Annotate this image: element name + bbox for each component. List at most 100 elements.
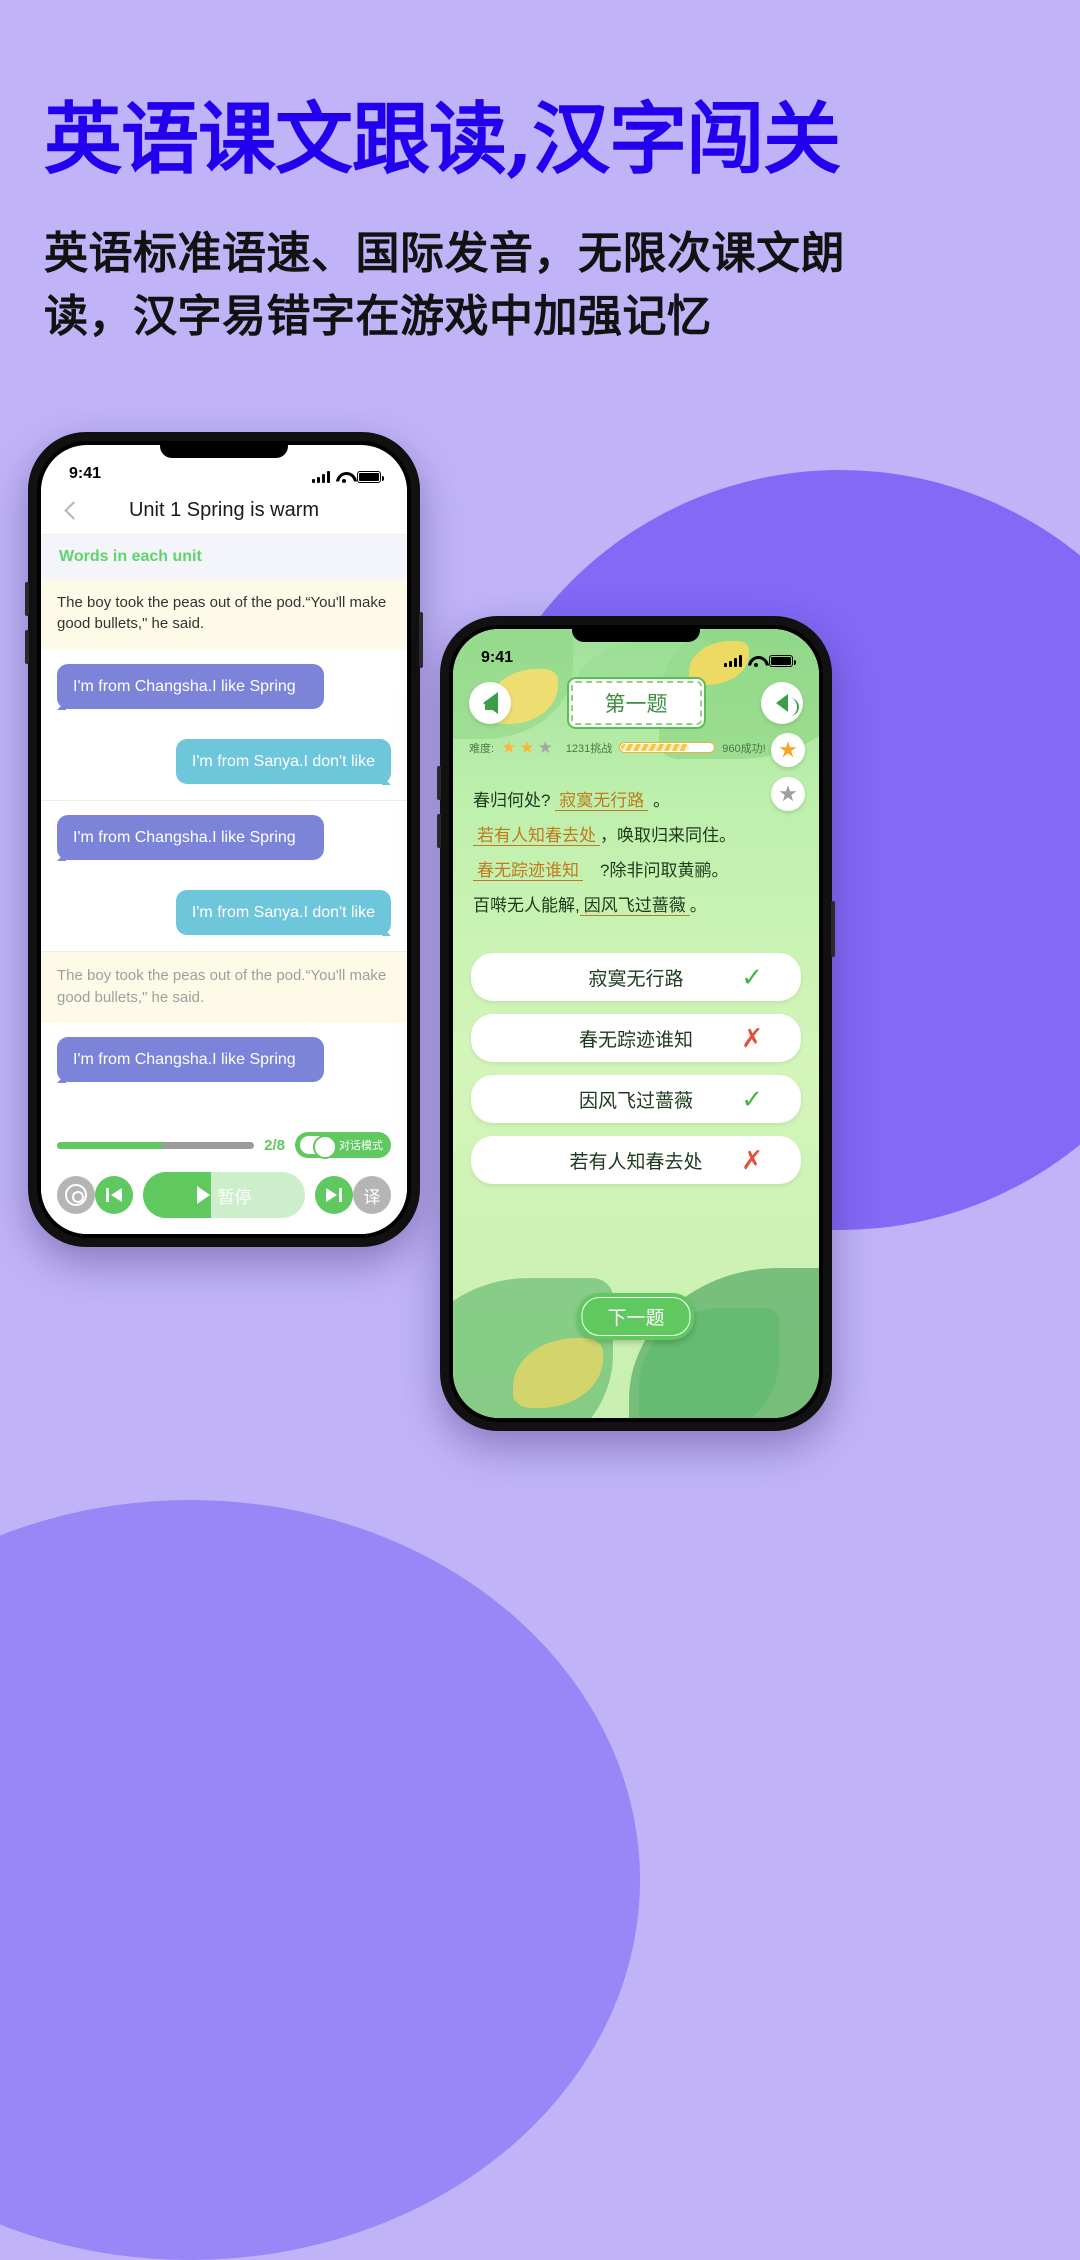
challenge-count: 1231挑战 <box>565 742 613 755</box>
poem-part: ，唤取归来同住。 <box>600 825 736 845</box>
phone2-notch <box>572 629 700 642</box>
chat-row: I'm from Changsha.I like Spring <box>41 1022 407 1099</box>
signal-icon <box>312 471 330 483</box>
quiz-meta-row: 难度: ★ ★ ★ 1231挑战 960成功! <box>469 739 803 756</box>
settings-button[interactable] <box>57 1176 95 1214</box>
battery-icon <box>769 655 796 667</box>
correct-check-icon: ✓ <box>741 962 763 993</box>
chat-row: I'm from Sanya.I don't like <box>41 876 407 952</box>
star-icon: ★ <box>501 738 517 757</box>
phone1-power-button <box>419 612 423 668</box>
skip-previous-icon <box>106 1188 122 1202</box>
poem-line: 春归何处? 寂寞无行路 。 <box>473 784 799 819</box>
answer-option[interactable]: 因风飞过蔷薇 ✓ <box>471 1075 801 1124</box>
answer-option[interactable]: 若有人知春去处 ✗ <box>471 1136 801 1185</box>
chat-row: I'm from Changsha.I like Spring <box>41 800 407 877</box>
chat-bubble-left[interactable]: I'm from Changsha.I like Spring <box>57 1036 325 1084</box>
answer-option-label: 春无踪迹谁知 <box>578 1029 693 1051</box>
phone1-notch <box>160 445 288 458</box>
phone2-status-icons <box>724 655 796 667</box>
answer-option-label: 若有人知春去处 <box>569 1151 703 1173</box>
skip-next-icon <box>326 1188 342 1202</box>
answer-option[interactable]: 寂寞无行路 ✓ <box>471 953 801 1002</box>
phone1-volume-up-button <box>25 582 29 616</box>
phone2-bezel: 9:41 第一题 难度: ★ ★ ★ 1231挑战 960成功! ★ ★ 春归何… <box>449 625 823 1422</box>
background-blob-bottom-left <box>0 1500 640 2260</box>
gear-icon <box>65 1184 87 1206</box>
toggle-knob <box>300 1135 337 1159</box>
poem-line: 若有人知春去处 ，唤取归来同住。 <box>473 819 799 854</box>
wifi-icon <box>748 655 763 667</box>
next-button[interactable] <box>315 1176 353 1214</box>
answer-option[interactable]: 春无踪迹谁知 ✗ <box>471 1014 801 1063</box>
phone2-volume-down-button <box>437 814 441 848</box>
phone2-screen: 9:41 第一题 难度: ★ ★ ★ 1231挑战 960成功! ★ ★ 春归何… <box>453 629 819 1418</box>
sound-button[interactable] <box>761 682 803 724</box>
next-question-button[interactable]: 下一题 <box>577 1293 695 1340</box>
poem-blank-answer: 若有人知春去处 <box>473 825 600 846</box>
poem-part: ?除非问取黄鹂。 <box>583 860 729 880</box>
poem-part: 春归何处? <box>473 791 551 810</box>
question-label: 第一题 <box>566 677 706 729</box>
translate-button[interactable]: 译 <box>353 1176 391 1214</box>
back-button[interactable] <box>61 501 81 521</box>
section-header-words: Words in each unit <box>41 535 407 579</box>
poem-line: 百啭无人能解, 因风飞过蔷薇。 <box>473 889 799 924</box>
previous-button[interactable] <box>95 1176 133 1214</box>
success-count: 960成功! <box>722 742 766 755</box>
quiz-game-screen: 9:41 第一题 难度: ★ ★ ★ 1231挑战 960成功! ★ ★ 春归何… <box>453 629 819 1418</box>
passage-text: The boy took the peas out of the pod.“Yo… <box>41 579 407 650</box>
progress-counter: 2/8 <box>264 1136 285 1154</box>
phone2-power-button <box>831 901 835 957</box>
correct-check-icon: ✓ <box>741 1084 763 1115</box>
phone1-screen: 9:41 Unit 1 Spring is warm Words in each… <box>41 445 407 1234</box>
phone1-navbar: Unit 1 Spring is warm <box>41 487 407 535</box>
play-pause-button[interactable]: 暂停 <box>143 1172 305 1218</box>
chat-bubble-right[interactable]: I'm from Sanya.I don't like <box>175 890 392 937</box>
player-controls: 暂停 译 <box>57 1172 391 1218</box>
chat-bubble-left[interactable]: I'm from Changsha.I like Spring <box>57 663 325 710</box>
challenge-progress-bar <box>619 742 716 753</box>
quiz-header-row: 第一题 <box>469 677 803 729</box>
chat-row: I'm from Changsha.I like Spring <box>41 649 407 725</box>
phone1-page-title: Unit 1 Spring is warm <box>128 499 320 521</box>
progress-fill <box>57 1141 164 1149</box>
battery-icon <box>357 471 384 483</box>
difficulty-stars: ★ ★ ★ <box>501 739 553 756</box>
dialogue-mode-toggle[interactable]: 对话模式 <box>295 1132 391 1159</box>
answer-option-label: 因风飞过蔷薇 <box>578 1090 693 1112</box>
answer-options: 寂寞无行路 ✓ 春无踪迹谁知 ✗ 因风飞过蔷薇 ✓ 若有人知春去处 ✗ <box>471 953 801 1185</box>
translate-label: 译 <box>363 1187 381 1207</box>
poem-text: 春归何处? 寂寞无行路 。 若有人知春去处 ，唤取归来同住。 春无踪迹谁知 ?除非… <box>473 784 799 923</box>
hero-section: 英语课文跟读,汉字闯关 英语标准语速、国际发音，无限次课文朗读，汉字易错字在游戏… <box>44 96 1044 348</box>
answer-option-label: 寂寞无行路 <box>588 968 684 990</box>
poem-part: 。 <box>689 895 707 915</box>
poem-blank-answer: 寂寞无行路 <box>555 791 649 811</box>
phone-mockup-reading-app: 9:41 Unit 1 Spring is warm Words in each… <box>25 432 423 1247</box>
phone1-player-bar: 2/8 对话模式 暂停 译 <box>41 1122 407 1234</box>
wrong-cross-icon: ✗ <box>741 1145 763 1176</box>
poem-part: 百啭无人能解, <box>473 895 580 915</box>
star-icon: ★ <box>537 738 553 757</box>
poem-blank-answer: 春无踪迹谁知 <box>473 860 583 881</box>
phone2-volume-up-button <box>437 766 441 800</box>
page-title: 英语课文跟读,汉字闯关 <box>44 94 841 185</box>
chat-bubble-right[interactable]: I'm from Sanya.I don't like <box>175 738 392 786</box>
phone1-volume-down-button <box>25 630 29 664</box>
poem-line: 春无踪迹谁知 ?除非问取黄鹂。 <box>473 854 799 889</box>
wrong-cross-icon: ✗ <box>741 1023 763 1054</box>
back-button[interactable] <box>469 682 511 724</box>
star-icon: ★ <box>519 738 535 757</box>
phone1-status-time: 9:41 <box>69 465 102 482</box>
dialogue-mode-label: 对话模式 <box>339 1140 383 1152</box>
poem-blank-answer: 因风飞过蔷薇 <box>579 895 690 916</box>
poem-part: 。 <box>652 791 670 810</box>
phone1-status-icons <box>312 471 384 483</box>
chat-row: I'm from Sanya.I don't like <box>41 724 407 800</box>
play-icon <box>196 1186 210 1204</box>
progress-slider[interactable] <box>57 1141 255 1149</box>
progress-row: 2/8 对话模式 <box>57 1122 391 1172</box>
difficulty-label: 难度: <box>469 742 495 755</box>
chat-bubble-left[interactable]: I'm from Changsha.I like Spring <box>57 814 325 862</box>
phone1-bezel: 9:41 Unit 1 Spring is warm Words in each… <box>37 441 411 1238</box>
